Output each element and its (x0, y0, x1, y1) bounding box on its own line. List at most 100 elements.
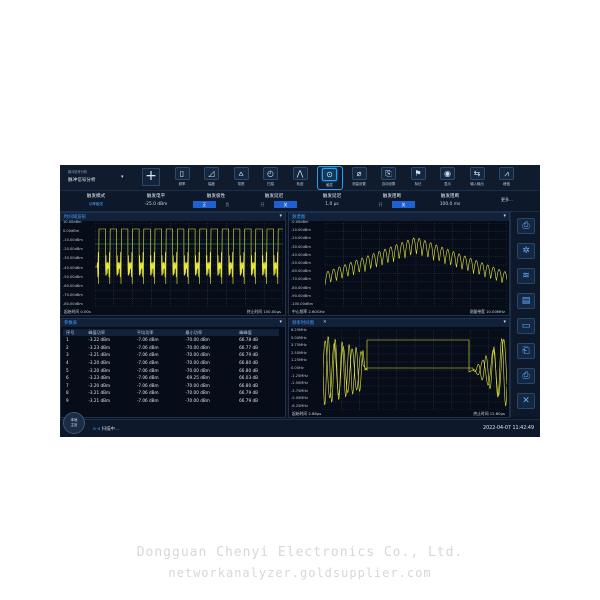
toggle-off[interactable]: 负 (216, 201, 239, 208)
table-row[interactable]: 8 -3.21 dBm -7.06 dBm -70.00 dBm 66.79 dB (63, 389, 279, 397)
close-icon[interactable]: ✕ (323, 320, 327, 325)
column-header[interactable]: 平均功率 (133, 329, 183, 336)
bandwidth-label: 测量带宽 10.00MHz (469, 309, 505, 314)
top-toolbar: 脉冲信号分析 脉冲信号分析 ▾ + ▯ 频率 ◿ 幅度 ⩟ 带宽 ◴ 扫描 ⋀ 轨迹 ⊙ 触发 ⌀ 测量设… (60, 165, 540, 191)
table-cell: -3.21 dBm (88, 398, 111, 404)
table-row[interactable]: 6 -3.23 dBm -7.06 dBm -69.25 dBm 66.03 dB (63, 374, 279, 382)
y-tick-label: -5.00MHz (291, 396, 308, 401)
table-row[interactable]: 3 -3.21 dBm -7.06 dBm -70.00 dBm 66.79 dB (63, 351, 279, 359)
table-cell: -70.00 dBm (185, 398, 210, 404)
y-tick-label: 0.00dBm (63, 229, 80, 234)
toolbar-button[interactable]: ⋀ 轨迹 (287, 166, 313, 190)
toolbar-button[interactable]: ⇆ 输入输出 (464, 166, 490, 190)
y-tick-label: -30.00dBm (291, 244, 311, 249)
table-cell: 66.79 dB (239, 390, 258, 396)
trigger-delay-switch-param[interactable]: 触发延迟 开 关 (246, 192, 302, 211)
trigger-holdoff-switch-param[interactable]: 触发阻断 开 关 (364, 192, 420, 211)
table-cell: -3.22 dBm (88, 337, 111, 343)
y-tick-label: 5.00MHz (291, 335, 307, 340)
waveform-icon[interactable]: ≋ (517, 268, 535, 284)
trigger-holdoff-toggle[interactable]: 开 关 (369, 201, 415, 208)
trigger-holdoff-value: 100.0 ms (439, 202, 461, 207)
trigger-delay-toggle[interactable]: 开 关 (251, 201, 297, 208)
trigger-level-param[interactable]: 触发电平 -25.0 dBm (130, 192, 182, 211)
y-tick-label: -50.00dBm (63, 274, 83, 279)
freq-time-plot[interactable] (323, 330, 507, 410)
toggle-on[interactable]: 正 (193, 201, 216, 208)
folder-icon[interactable]: ▭ (517, 318, 535, 334)
table-cell: 66.80 dB (239, 367, 258, 373)
chevron-down-icon[interactable]: ▾ (503, 319, 506, 325)
table-row[interactable]: 9 -3.21 dBm -7.06 dBm -70.00 dBm 66.79 dB (63, 397, 279, 405)
stats-panel: 参数表 ▾ 序号 峰值功率 平均功率 最小功率 峰峰值 1 -3.22 dBm -7.06 … (60, 318, 286, 418)
toolbar-button[interactable]: ⊙ 触发 (316, 166, 343, 190)
chevron-down-icon[interactable]: ▾ (279, 319, 282, 325)
home-button[interactable]: 本地 主页 (63, 412, 85, 434)
trigger-polarity-param[interactable]: 触发极性 正 负 (188, 192, 244, 211)
toggle-off[interactable]: 关 (392, 201, 415, 208)
trigger-holdoff-param[interactable]: 触发阻断 100.0 ms (422, 192, 478, 211)
trigger-mode-param[interactable]: 触发模式 功率触发 (70, 192, 122, 211)
toolbar-button-label: 扫描 (267, 182, 274, 186)
print-icon[interactable]: ⎙ (517, 368, 535, 384)
exit-icon[interactable]: ✕ (517, 393, 535, 409)
table-cell: 5 (66, 367, 69, 373)
add-button[interactable]: + (142, 168, 160, 186)
screenshot-icon[interactable]: ⎗ (517, 343, 535, 359)
table-cell: -70.00 dBm (185, 360, 210, 366)
frequency-icon: ▯ (174, 167, 190, 180)
column-header[interactable]: 峰值功率 (85, 329, 134, 336)
table-row[interactable]: 5 -3.20 dBm -7.06 dBm -70.00 dBm 66.80 dB (63, 366, 279, 374)
toggle-on[interactable]: 开 (251, 201, 274, 208)
spectrum-plot[interactable] (325, 223, 507, 307)
table-cell: -7.06 dBm (136, 352, 159, 358)
table-cell: -70.00 dBm (185, 337, 210, 343)
chevron-down-icon[interactable]: ▾ (279, 213, 282, 219)
toolbar-button[interactable]: ◉ 显示 (435, 166, 461, 190)
right-sidebar: ⎙ ✲ ≋ ▤ ▭ ⎗ ⎙ ✕ (510, 212, 540, 417)
toolbar-button[interactable]: ◿ 幅度 (199, 166, 225, 190)
settings-icon[interactable]: ✲ (517, 243, 535, 259)
chevron-down-icon[interactable]: ▾ (503, 213, 506, 219)
column-header[interactable]: 序号 (63, 329, 86, 336)
toolbar-button-label: 频率 (178, 182, 186, 186)
table-row[interactable]: 2 -3.23 dBm -7.06 dBm -70.00 dBm 66.77 dB (63, 344, 279, 352)
toolbar-button[interactable]: ⌀ 测量设置 (346, 166, 372, 190)
table-row[interactable]: 7 -3.20 dBm -7.06 dBm -70.00 dBm 66.80 dB (63, 382, 279, 390)
time-domain-plot[interactable] (95, 223, 283, 307)
toolbar-button[interactable]: ⎘ 自动设置 (376, 166, 402, 190)
trace-icon: ⋀ (292, 167, 308, 180)
toolbar-button[interactable]: ▯ 频率 (169, 166, 195, 190)
toolbar-button[interactable]: ⩟ 带宽 (228, 166, 254, 190)
chevron-down-icon[interactable]: ▾ (121, 174, 124, 180)
y-tick-label: 0.00Hz (291, 366, 304, 370)
trigger-icon: ⊙ (322, 168, 337, 181)
table-row[interactable]: 1 -3.22 dBm -7.06 dBm -70.00 dBm 66.78 dB (63, 336, 279, 344)
toolbar-button[interactable]: ◴ 扫描 (258, 166, 284, 190)
toolbar-button-label: 轨迹 (296, 182, 304, 186)
table-cell: 66.80 dB (239, 382, 258, 388)
y-tick-label: -100.00dBm (291, 302, 314, 306)
toolbar-button[interactable]: ⚑ 标记 (405, 166, 431, 190)
table-cell: -70.00 dBm (185, 390, 210, 396)
more-button[interactable]: 更多... (501, 197, 513, 203)
disk-icon[interactable]: ▤ (517, 293, 535, 309)
column-header[interactable]: 最小功率 (182, 329, 237, 336)
scan-status: 扫描中... (101, 427, 120, 432)
table-cell: -7.06 dBm (136, 398, 159, 404)
center-frequency-label: 中心频率 2.60GHz (292, 309, 325, 314)
app-mode-selector[interactable]: 脉冲信号分析 (68, 177, 96, 183)
table-cell: 3 (66, 352, 69, 358)
toggle-on[interactable]: 开 (369, 201, 392, 208)
table-cell: 4 (66, 360, 69, 366)
trigger-polarity-toggle[interactable]: 正 负 (193, 201, 239, 208)
table-row[interactable]: 4 -3.20 dBm -7.06 dBm -70.00 dBm 66.80 dB (63, 359, 279, 367)
save-icon[interactable]: ⎙ (517, 218, 535, 234)
table-cell: -70.00 dBm (185, 352, 210, 358)
y-tick-label: -40.00dBm (291, 252, 311, 257)
trigger-delay-param[interactable]: 触发延迟 1.0 µs (304, 192, 360, 211)
toggle-off[interactable]: 关 (274, 201, 297, 208)
column-header[interactable]: 峰峰值 (236, 329, 279, 336)
y-tick-label: -6.25MHz (291, 404, 308, 408)
toolbar-button[interactable]: ⩘ 峰值 (494, 166, 520, 190)
